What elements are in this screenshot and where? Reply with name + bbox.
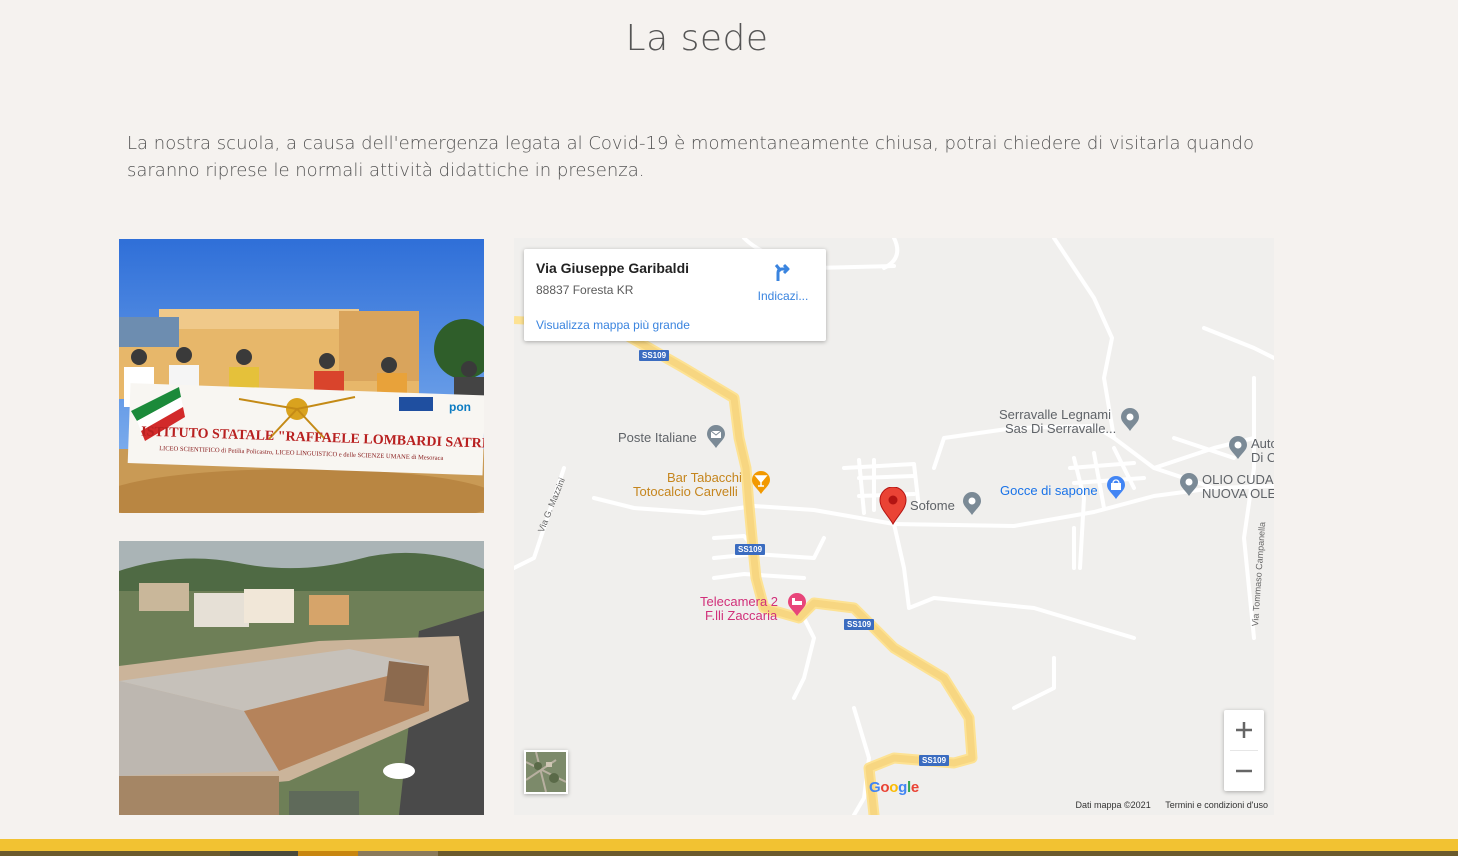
place-name: Via Giuseppe Garibaldi (536, 260, 690, 276)
road-label: SS109 (844, 619, 875, 630)
zoom-out-button[interactable] (1224, 751, 1264, 791)
poi-label[interactable]: Sofome (910, 499, 955, 513)
google-logo[interactable]: Google (869, 779, 919, 796)
satellite-thumbnail-icon (526, 752, 566, 792)
poi-label[interactable]: Telecamera 2 (700, 595, 778, 609)
terms-link[interactable]: Termini e condizioni d'uso (1165, 800, 1268, 810)
location-icon[interactable] (1228, 436, 1248, 460)
shopping-icon[interactable] (1106, 476, 1126, 500)
poi-label[interactable]: Totocalcio Carvelli (633, 485, 738, 499)
location-marker-icon[interactable] (879, 487, 907, 525)
poi-label[interactable]: OLIO CUDA (1202, 473, 1274, 487)
zoom-control (1224, 710, 1264, 791)
poi-label[interactable]: Sas Di Serravalle... (1005, 422, 1116, 436)
road-label: SS109 (919, 755, 950, 766)
directions-icon (774, 263, 790, 281)
map-data-credit: Dati mappa ©2021 (1075, 800, 1151, 810)
poi-label[interactable]: Gocce di sapone (1000, 484, 1098, 498)
poi-label[interactable]: Serravalle Legnami (999, 408, 1111, 422)
road-label: SS109 (735, 544, 766, 555)
directions-label: Indicazi... (757, 289, 809, 303)
poi-label[interactable]: Di C (1251, 451, 1274, 465)
footer-segment (298, 851, 358, 856)
poi-label[interactable]: Bar Tabacchi (667, 471, 742, 485)
mail-icon[interactable] (706, 425, 726, 449)
place-address: 88837 Foresta KR (536, 283, 634, 297)
place-info-card: Via Giuseppe Garibaldi 88837 Foresta KR … (524, 249, 826, 341)
bar-icon[interactable] (751, 471, 771, 495)
footer-strip (0, 851, 1458, 856)
google-map[interactable]: SS109 SS109 SS109 SS109 Via G. Mazzini V… (514, 238, 1274, 815)
poi-label[interactable]: Poste Italiane (618, 431, 697, 445)
section-title: La sede (625, 18, 769, 59)
poi-label[interactable]: F.lli Zaccaria (705, 609, 777, 623)
plus-icon (1236, 722, 1252, 738)
minus-icon (1236, 769, 1252, 773)
larger-map-link[interactable]: Visualizza mappa più grande (536, 318, 690, 332)
location-icon[interactable] (1120, 408, 1140, 432)
directions-button[interactable]: Indicazi... (752, 261, 814, 303)
location-icon[interactable] (1179, 473, 1199, 497)
intro-text: La nostra scuola, a causa dell'emergenza… (127, 133, 1254, 181)
road-label: SS109 (639, 350, 670, 361)
zoom-in-button[interactable] (1224, 710, 1264, 750)
poi-label[interactable]: Auto (1251, 437, 1274, 451)
footer-segment (230, 851, 298, 856)
satellite-toggle[interactable] (524, 750, 568, 794)
svg-text:pon: pon (449, 400, 471, 414)
school-building-photo (119, 541, 484, 815)
map-attribution: Dati mappa ©2021 Termini e condizioni d'… (1064, 800, 1268, 810)
poi-label[interactable]: NUOVA OLE (1202, 487, 1274, 501)
school-banner-photo: pon ISTITUTO STATALE "RAFFAELE LOMBARDI … (119, 239, 484, 513)
location-icon[interactable] (962, 492, 982, 516)
footer-segment (358, 851, 438, 856)
hotel-icon[interactable] (787, 593, 807, 617)
